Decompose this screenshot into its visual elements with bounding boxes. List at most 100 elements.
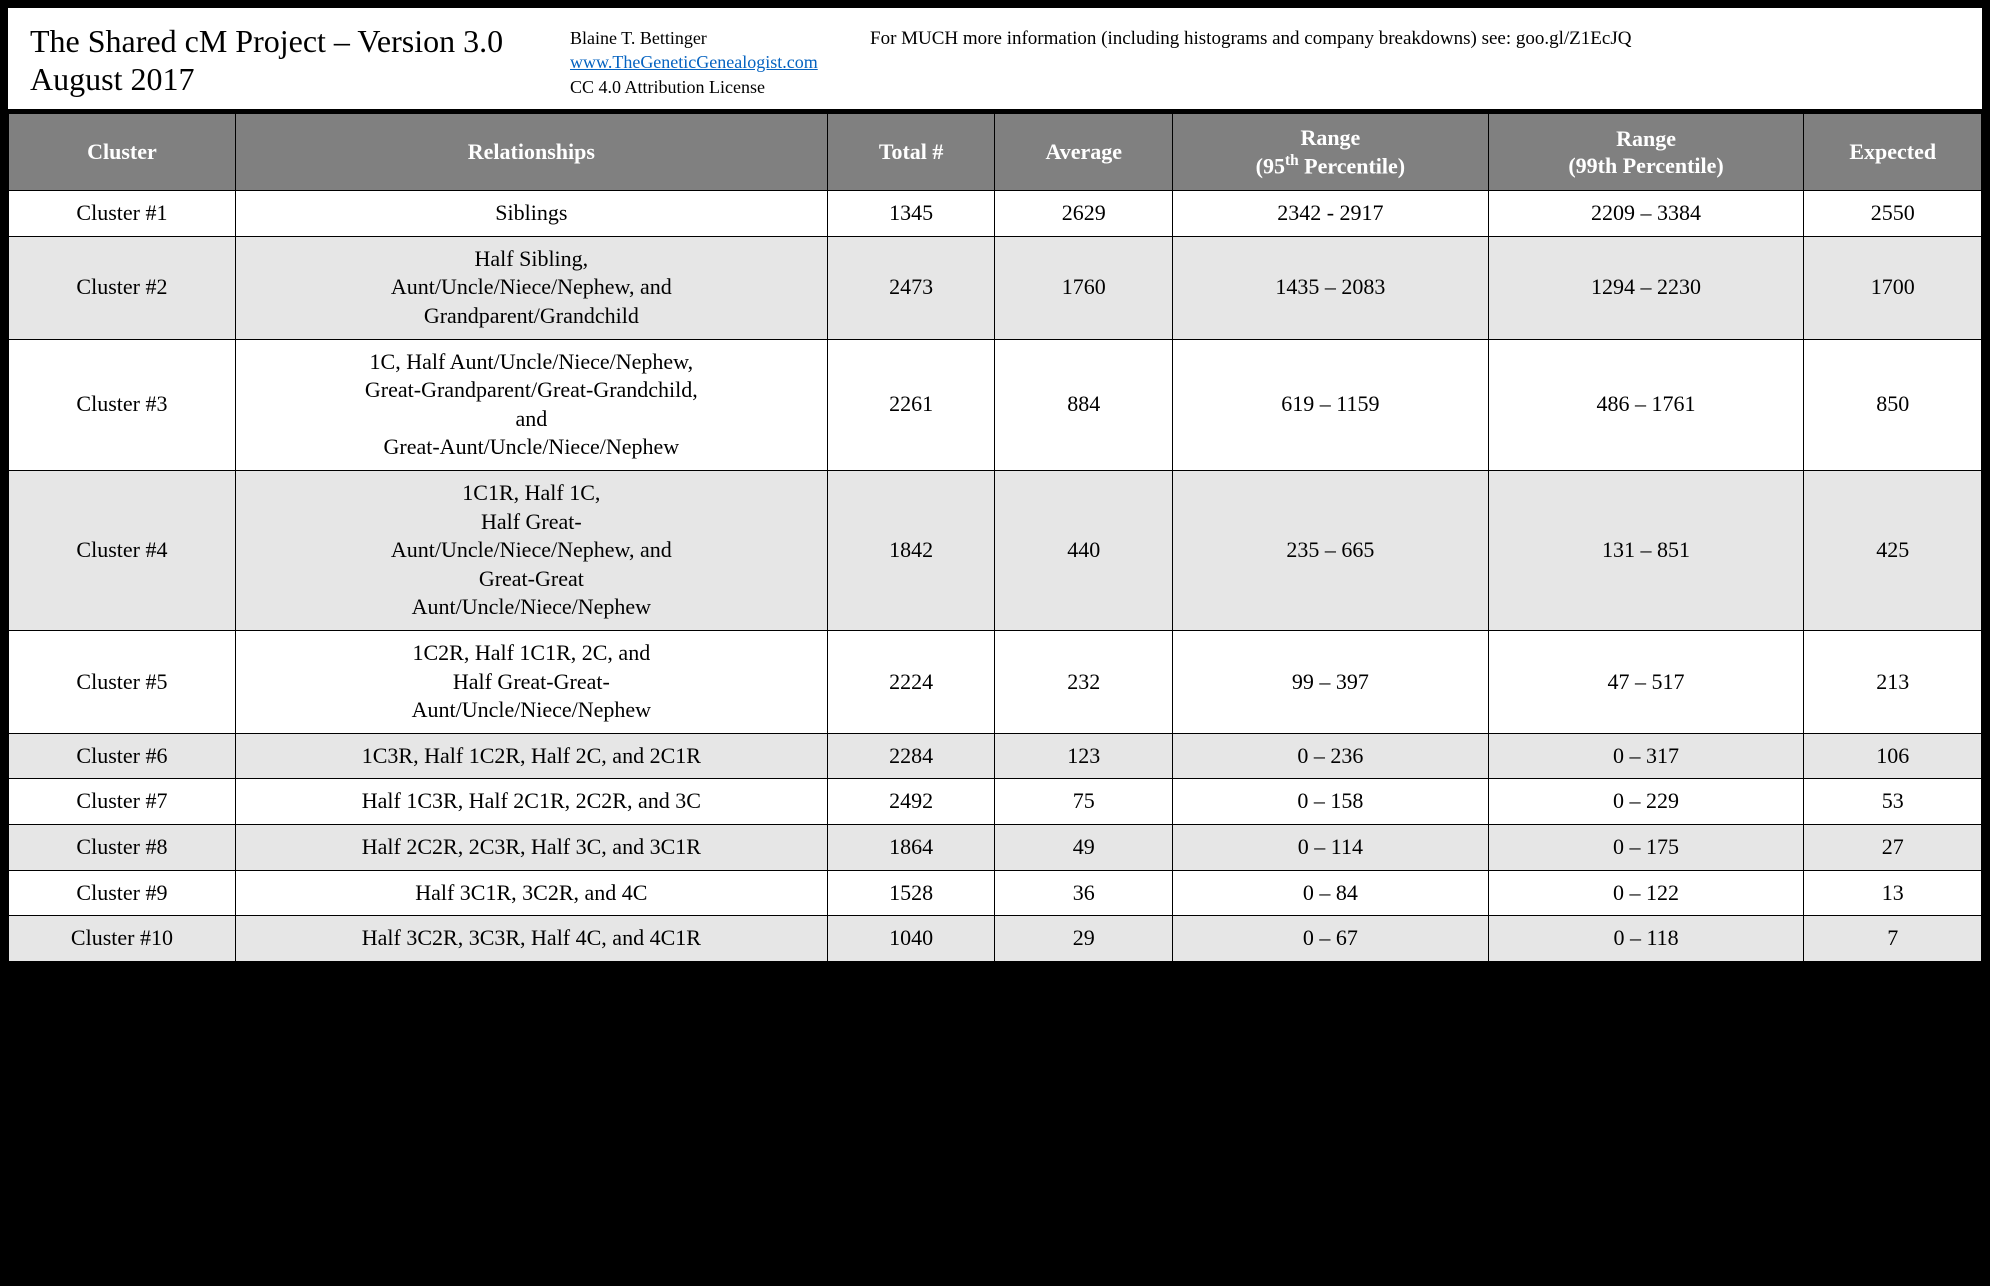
info-block: For MUCH more information (including his… bbox=[870, 22, 1960, 99]
table-row: Cluster #7Half 1C3R, Half 2C1R, 2C2R, an… bbox=[9, 779, 1982, 825]
cell-range-95: 99 – 397 bbox=[1173, 630, 1489, 733]
cell-range-95: 0 – 158 bbox=[1173, 779, 1489, 825]
cell-range-95: 1435 – 2083 bbox=[1173, 236, 1489, 339]
cell-range-99: 2209 – 3384 bbox=[1488, 191, 1804, 237]
cell-expected: 13 bbox=[1804, 870, 1982, 916]
cell-range-95: 0 – 84 bbox=[1173, 870, 1489, 916]
cell-range-95: 0 – 236 bbox=[1173, 733, 1489, 779]
cell-average: 123 bbox=[995, 733, 1173, 779]
cell-range-99: 0 – 118 bbox=[1488, 916, 1804, 962]
cell-range-99: 0 – 317 bbox=[1488, 733, 1804, 779]
table-row: Cluster #31C, Half Aunt/Uncle/Niece/Neph… bbox=[9, 339, 1982, 470]
cell-total: 2261 bbox=[827, 339, 995, 470]
cell-cluster: Cluster #1 bbox=[9, 191, 236, 237]
cell-average: 29 bbox=[995, 916, 1173, 962]
table-row: Cluster #1Siblings134526292342 - 2917220… bbox=[9, 191, 1982, 237]
cell-cluster: Cluster #8 bbox=[9, 824, 236, 870]
cell-relationships: 1C2R, Half 1C1R, 2C, andHalf Great-Great… bbox=[235, 630, 827, 733]
cell-range-95: 619 – 1159 bbox=[1173, 339, 1489, 470]
col-range-99: Range (99th Percentile) bbox=[1488, 113, 1804, 190]
cell-cluster: Cluster #10 bbox=[9, 916, 236, 962]
cell-average: 36 bbox=[995, 870, 1173, 916]
table-row: Cluster #51C2R, Half 1C1R, 2C, andHalf G… bbox=[9, 630, 1982, 733]
cell-range-95: 0 – 67 bbox=[1173, 916, 1489, 962]
cell-expected: 7 bbox=[1804, 916, 1982, 962]
cell-range-95: 2342 - 2917 bbox=[1173, 191, 1489, 237]
table-row: Cluster #10Half 3C2R, 3C3R, Half 4C, and… bbox=[9, 916, 1982, 962]
cell-total: 1040 bbox=[827, 916, 995, 962]
cell-expected: 425 bbox=[1804, 470, 1982, 630]
cell-total: 1842 bbox=[827, 470, 995, 630]
cell-relationships: Half 3C2R, 3C3R, Half 4C, and 4C1R bbox=[235, 916, 827, 962]
cell-expected: 53 bbox=[1804, 779, 1982, 825]
table-row: Cluster #2Half Sibling,Aunt/Uncle/Niece/… bbox=[9, 236, 1982, 339]
table-row: Cluster #61C3R, Half 1C2R, Half 2C, and … bbox=[9, 733, 1982, 779]
document-header: The Shared cM Project – Version 3.0 Augu… bbox=[8, 8, 1982, 113]
cell-total: 2224 bbox=[827, 630, 995, 733]
table-row: Cluster #8Half 2C2R, 2C3R, Half 3C, and … bbox=[9, 824, 1982, 870]
cell-cluster: Cluster #5 bbox=[9, 630, 236, 733]
cell-range-99: 486 – 1761 bbox=[1488, 339, 1804, 470]
cell-range-99: 0 – 175 bbox=[1488, 824, 1804, 870]
table-header-row: Cluster Relationships Total # Average Ra… bbox=[9, 113, 1982, 190]
title-line-2: August 2017 bbox=[30, 60, 550, 98]
document-page: The Shared cM Project – Version 3.0 Augu… bbox=[8, 8, 1982, 962]
col-average: Average bbox=[995, 113, 1173, 190]
cluster-table: Cluster Relationships Total # Average Ra… bbox=[8, 113, 1982, 962]
cell-cluster: Cluster #9 bbox=[9, 870, 236, 916]
license-text: CC 4.0 Attribution License bbox=[570, 75, 850, 99]
cell-total: 2473 bbox=[827, 236, 995, 339]
info-text: For MUCH more information (including his… bbox=[870, 26, 1960, 53]
cell-cluster: Cluster #6 bbox=[9, 733, 236, 779]
cell-cluster: Cluster #4 bbox=[9, 470, 236, 630]
cell-expected: 1700 bbox=[1804, 236, 1982, 339]
cell-range-95: 235 – 665 bbox=[1173, 470, 1489, 630]
cell-relationships: 1C, Half Aunt/Uncle/Niece/Nephew,Great-G… bbox=[235, 339, 827, 470]
cell-total: 1864 bbox=[827, 824, 995, 870]
cell-total: 2492 bbox=[827, 779, 995, 825]
cell-average: 75 bbox=[995, 779, 1173, 825]
cell-expected: 2550 bbox=[1804, 191, 1982, 237]
cell-average: 2629 bbox=[995, 191, 1173, 237]
cell-average: 1760 bbox=[995, 236, 1173, 339]
col-relationships: Relationships bbox=[235, 113, 827, 190]
cell-expected: 213 bbox=[1804, 630, 1982, 733]
cell-relationships: Half 2C2R, 2C3R, Half 3C, and 3C1R bbox=[235, 824, 827, 870]
cell-cluster: Cluster #2 bbox=[9, 236, 236, 339]
cell-expected: 106 bbox=[1804, 733, 1982, 779]
cell-average: 440 bbox=[995, 470, 1173, 630]
cell-average: 884 bbox=[995, 339, 1173, 470]
col-range-95: Range (95th Percentile) bbox=[1173, 113, 1489, 190]
cell-range-99: 47 – 517 bbox=[1488, 630, 1804, 733]
cell-relationships: Siblings bbox=[235, 191, 827, 237]
cell-expected: 27 bbox=[1804, 824, 1982, 870]
cell-range-99: 0 – 229 bbox=[1488, 779, 1804, 825]
cell-cluster: Cluster #7 bbox=[9, 779, 236, 825]
table-row: Cluster #41C1R, Half 1C,Half Great-Aunt/… bbox=[9, 470, 1982, 630]
cell-range-99: 131 – 851 bbox=[1488, 470, 1804, 630]
cell-expected: 850 bbox=[1804, 339, 1982, 470]
col-expected: Expected bbox=[1804, 113, 1982, 190]
cell-average: 49 bbox=[995, 824, 1173, 870]
cell-total: 2284 bbox=[827, 733, 995, 779]
cell-total: 1345 bbox=[827, 191, 995, 237]
cell-range-95: 0 – 114 bbox=[1173, 824, 1489, 870]
cell-relationships: 1C1R, Half 1C,Half Great-Aunt/Uncle/Niec… bbox=[235, 470, 827, 630]
cell-cluster: Cluster #3 bbox=[9, 339, 236, 470]
author-block: Blaine T. Bettinger www.TheGeneticGeneal… bbox=[570, 22, 850, 99]
cell-relationships: Half Sibling,Aunt/Uncle/Niece/Nephew, an… bbox=[235, 236, 827, 339]
title-line-1: The Shared cM Project – Version 3.0 bbox=[30, 22, 550, 60]
cell-average: 232 bbox=[995, 630, 1173, 733]
cell-relationships: 1C3R, Half 1C2R, Half 2C, and 2C1R bbox=[235, 733, 827, 779]
cell-relationships: Half 1C3R, Half 2C1R, 2C2R, and 3C bbox=[235, 779, 827, 825]
col-cluster: Cluster bbox=[9, 113, 236, 190]
author-name: Blaine T. Bettinger bbox=[570, 26, 850, 50]
cell-range-99: 1294 – 2230 bbox=[1488, 236, 1804, 339]
cell-total: 1528 bbox=[827, 870, 995, 916]
title-block: The Shared cM Project – Version 3.0 Augu… bbox=[30, 22, 550, 99]
cell-relationships: Half 3C1R, 3C2R, and 4C bbox=[235, 870, 827, 916]
author-url[interactable]: www.TheGeneticGenealogist.com bbox=[570, 52, 818, 72]
table-row: Cluster #9Half 3C1R, 3C2R, and 4C1528360… bbox=[9, 870, 1982, 916]
col-total: Total # bbox=[827, 113, 995, 190]
cell-range-99: 0 – 122 bbox=[1488, 870, 1804, 916]
